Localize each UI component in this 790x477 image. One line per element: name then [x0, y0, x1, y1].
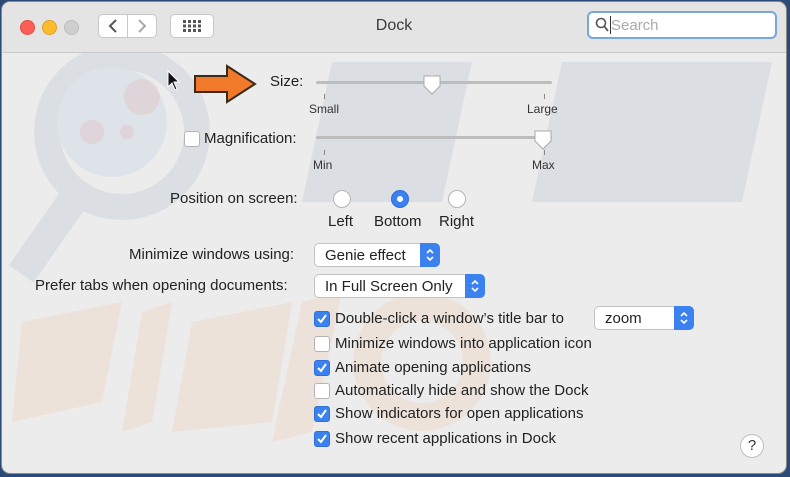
- search-placeholder: Search: [611, 17, 659, 34]
- search-icon: [595, 17, 609, 32]
- help-button[interactable]: ?: [740, 434, 764, 458]
- double-click-action-popup[interactable]: zoom: [594, 306, 694, 330]
- minimize-label: Minimize windows using:: [129, 246, 295, 263]
- magnification-slider-track[interactable]: [316, 136, 552, 139]
- magnification-checkbox[interactable]: [184, 131, 200, 147]
- dock-preferences-window: Dock Search Size: Small Large Magnificat…: [2, 2, 786, 473]
- magnification-label: Magnification:: [204, 130, 297, 147]
- position-radio-bottom[interactable]: [391, 190, 409, 208]
- position-radio-right[interactable]: [448, 190, 466, 208]
- position-option-bottom: Bottom: [374, 213, 422, 230]
- checkmark-icon: [317, 314, 327, 324]
- checkmark-icon: [317, 434, 327, 444]
- size-tick-max: [544, 94, 545, 99]
- show-recent-checkbox[interactable]: [314, 431, 330, 447]
- minimize-effect-popup[interactable]: Genie effect: [314, 243, 440, 267]
- checkmark-icon: [317, 409, 327, 419]
- position-option-right: Right: [439, 213, 475, 230]
- size-label: Size:: [270, 73, 304, 90]
- prefer-tabs-value: In Full Screen Only: [325, 278, 453, 295]
- animate-opening-checkbox[interactable]: [314, 360, 330, 376]
- auto-hide-checkbox[interactable]: [314, 383, 330, 399]
- show-recent-label: Show recent applications in Dock: [335, 430, 556, 447]
- magnification-slider-knob[interactable]: [534, 130, 552, 150]
- prefer-tabs-label: Prefer tabs when opening documents:: [35, 277, 288, 294]
- auto-hide-label: Automatically hide and show the Dock: [335, 382, 589, 399]
- watermark-logo: [8, 44, 772, 442]
- orange-arrow-icon: [194, 64, 257, 104]
- size-slider-knob[interactable]: [423, 75, 441, 95]
- popup-stepper-icon: [674, 306, 694, 330]
- magnification-max-label: Max: [532, 158, 555, 172]
- double-click-label: Double-click a window’s title bar to: [335, 310, 564, 327]
- minimize-into-icon-label: Minimize windows into application icon: [335, 335, 592, 352]
- size-max-label: Large: [527, 102, 558, 116]
- title-bar: Dock Search: [2, 2, 786, 53]
- magnification-tick-min: [324, 150, 325, 155]
- minimize-effect-value: Genie effect: [325, 247, 406, 264]
- double-click-action-value: zoom: [605, 310, 642, 327]
- minimize-into-icon-checkbox[interactable]: [314, 336, 330, 352]
- magnification-tick-max: [544, 150, 545, 155]
- magnification-min-label: Min: [313, 158, 333, 172]
- mouse-pointer-icon: [167, 70, 181, 91]
- show-indicators-checkbox[interactable]: [314, 406, 330, 422]
- position-label: Position on screen:: [170, 190, 298, 207]
- position-option-left: Left: [328, 213, 354, 230]
- animate-opening-label: Animate opening applications: [335, 359, 531, 376]
- popup-stepper-icon: [465, 274, 485, 298]
- show-indicators-label: Show indicators for open applications: [335, 405, 584, 422]
- popup-stepper-icon: [420, 243, 440, 267]
- size-tick-min: [324, 94, 325, 99]
- size-min-label: Small: [309, 102, 340, 116]
- position-radio-left[interactable]: [333, 190, 351, 208]
- checkmark-icon: [317, 363, 327, 373]
- prefer-tabs-popup[interactable]: In Full Screen Only: [314, 274, 485, 298]
- search-field[interactable]: Search: [587, 11, 777, 39]
- double-click-checkbox[interactable]: [314, 311, 330, 327]
